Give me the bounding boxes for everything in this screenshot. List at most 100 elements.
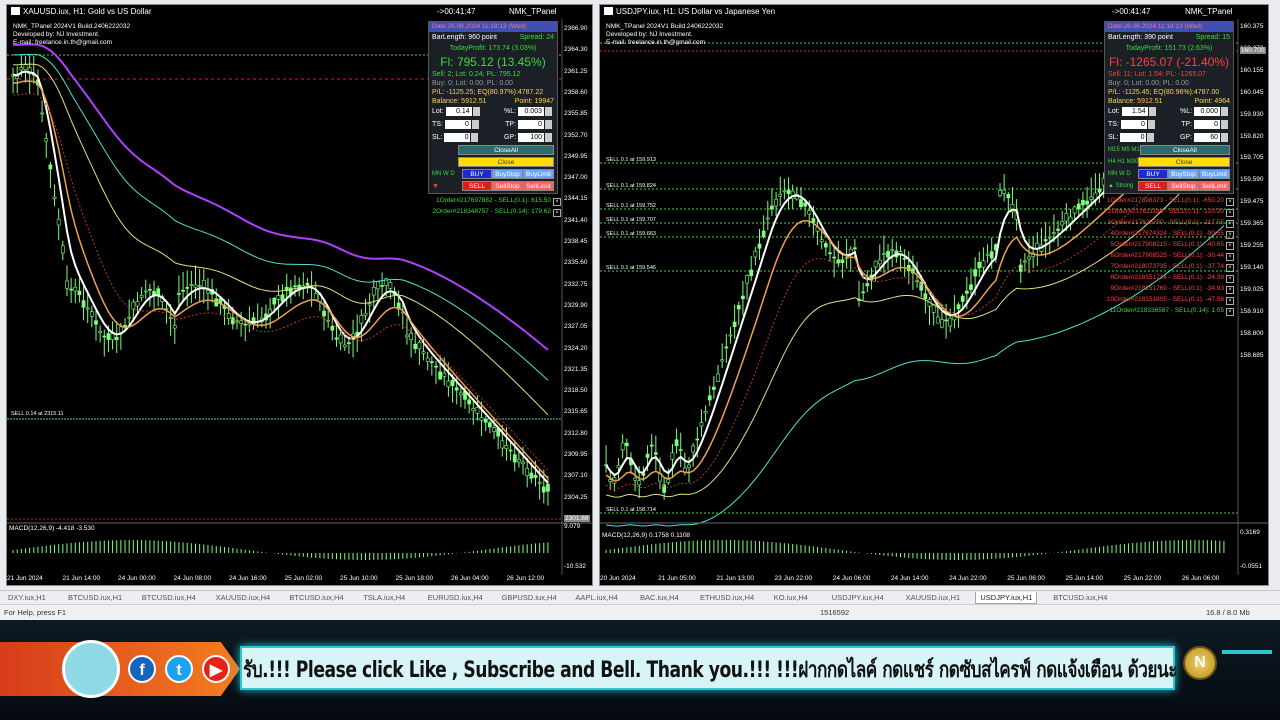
- close-all-button[interactable]: CloseAll: [1139, 145, 1230, 155]
- ts-input[interactable]: 0: [444, 120, 471, 129]
- order-item[interactable]: 2Order#217611188 - SELL(0.1): -120.20 ×: [1080, 206, 1234, 217]
- xauusd-chart-window[interactable]: XAUUSD.iux, H1: Gold vs US Dollar ->00:4…: [6, 4, 593, 586]
- gp-spinner[interactable]: [545, 133, 552, 142]
- chart-tab[interactable]: KO.iux,H4: [770, 592, 812, 604]
- candle-body: [529, 472, 534, 479]
- chart-tab[interactable]: BTCUSD.iux,H4: [285, 592, 347, 604]
- close-order-icon[interactable]: ×: [1226, 209, 1234, 217]
- close-order-icon[interactable]: ×: [553, 198, 561, 206]
- chart-tab[interactable]: DXY.iux,H1: [4, 592, 50, 604]
- candle-body: [902, 258, 907, 260]
- lot-spinner[interactable]: [1148, 107, 1156, 116]
- order-item[interactable]: 7Order#218073735 - SELL(0.1): -37.74 ×: [1080, 261, 1234, 272]
- close-order-icon[interactable]: ×: [1226, 297, 1234, 305]
- candle-body: [823, 243, 828, 248]
- close-order-icon[interactable]: ×: [1226, 308, 1234, 316]
- ts-input[interactable]: 0: [1120, 120, 1147, 129]
- close-all-button[interactable]: CloseAll: [458, 145, 554, 155]
- buy-button[interactable]: BUY: [462, 169, 492, 179]
- sl-input[interactable]: 0: [444, 133, 471, 142]
- close-order-icon[interactable]: ×: [1226, 198, 1234, 206]
- tp-input[interactable]: 0: [1194, 120, 1220, 129]
- lot-spinner[interactable]: [472, 107, 480, 116]
- close-order-icon[interactable]: ×: [1226, 220, 1234, 228]
- close-order-icon[interactable]: ×: [1226, 264, 1234, 272]
- pctl-spinner[interactable]: [1221, 107, 1228, 116]
- chart-tab[interactable]: XAUUSD.iux,H1: [902, 592, 965, 604]
- gp-label: GP:: [503, 134, 517, 141]
- close-button[interactable]: Close: [458, 157, 554, 167]
- price-axis[interactable]: 2366.90 2364.30 2361.25 2358.60 2355.85 2352.…: [562, 19, 592, 522]
- sell-limit-button[interactable]: SellLimit: [1199, 181, 1230, 191]
- sell-stop-button[interactable]: SellStop: [1168, 181, 1199, 191]
- buy-stop-button[interactable]: BuyStop: [492, 169, 523, 179]
- order-item[interactable]: 1Order#217697882 - SELL(0.1): 615.50 ×: [421, 195, 561, 206]
- candle-body: [1072, 206, 1077, 214]
- order-item[interactable]: 11Order#218336587 - SELL(0.14): 1.05 ×: [1080, 305, 1234, 316]
- chart-tab[interactable]: BTCUSD.iux,H4: [1049, 592, 1111, 604]
- facebook-icon[interactable]: f: [128, 655, 156, 683]
- sl-spinner[interactable]: [471, 133, 479, 142]
- chart-tab[interactable]: TSLA.iux,H4: [359, 592, 409, 604]
- chart-tab[interactable]: XAUUSD.iux,H4: [212, 592, 275, 604]
- chart-tab[interactable]: BAC.iux,H4: [636, 592, 683, 604]
- chart-tab[interactable]: USDJPY.iux,H4: [828, 592, 888, 604]
- chart-tab[interactable]: BTCUSD.iux,H4: [138, 592, 200, 604]
- candle-body: [185, 287, 190, 289]
- order-item[interactable]: 10Order#218151805 - SELL(0.1): -47.56 ×: [1080, 294, 1234, 305]
- candle-body: [189, 284, 194, 286]
- chart-tab[interactable]: AAPL.iux,H4: [571, 592, 622, 604]
- candle-body: [620, 442, 625, 451]
- order-item[interactable]: 9Order#218151769 - SELL(0.1): -34.93 ×: [1080, 283, 1234, 294]
- candle-body: [148, 288, 152, 291]
- sell-stop-button[interactable]: SellStop: [492, 181, 523, 191]
- lot-input[interactable]: 0.14: [445, 107, 472, 116]
- sell-limit-button[interactable]: SellLimit: [523, 181, 554, 191]
- buy-limit-button[interactable]: BuyLimit: [523, 169, 554, 179]
- pctl-input[interactable]: 0.000: [1194, 107, 1220, 116]
- price-axis[interactable]: 160.375160.270160.155160.045159.930159.8…: [1238, 19, 1268, 519]
- close-order-icon[interactable]: ×: [553, 209, 561, 217]
- pctl-spinner[interactable]: [545, 107, 552, 116]
- sl-input[interactable]: 0: [1120, 133, 1147, 142]
- order-item[interactable]: 4Order#217674324 - SELL(0.1): -90.55 ×: [1080, 228, 1234, 239]
- order-item[interactable]: 2Order#218348757 - SELL(0.14): 179.62 ×: [421, 206, 561, 217]
- close-order-icon[interactable]: ×: [1226, 275, 1234, 283]
- sell-button[interactable]: SELL: [462, 181, 492, 191]
- twitter-icon[interactable]: t: [165, 655, 193, 683]
- buy-button[interactable]: BUY: [1138, 169, 1168, 179]
- order-item[interactable]: 8Order#218151714 - SELL(0.1): -24.39 ×: [1080, 272, 1234, 283]
- usdjpy-chart-window[interactable]: USDJPY.iux, H1: US Dollar vs Japanese Ye…: [599, 4, 1269, 586]
- chart-tab[interactable]: USDJPY.iux,H1: [975, 592, 1038, 604]
- close-order-icon[interactable]: ×: [1226, 231, 1234, 239]
- gp-input[interactable]: 60: [1194, 133, 1220, 142]
- youtube-icon[interactable]: ▶: [202, 655, 230, 683]
- gp-input[interactable]: 100: [518, 133, 544, 142]
- ts-spinner[interactable]: [1147, 120, 1155, 129]
- order-item[interactable]: 6Order#217908525 - SELL(0.1): -30.44 ×: [1080, 250, 1234, 261]
- gp-spinner[interactable]: [1221, 133, 1228, 142]
- ts-spinner[interactable]: [471, 120, 479, 129]
- candle-body: [512, 454, 517, 463]
- tp-spinner[interactable]: [1221, 120, 1228, 129]
- tp-spinner[interactable]: [545, 120, 552, 129]
- sl-spinner[interactable]: [1147, 133, 1155, 142]
- close-order-icon[interactable]: ×: [1226, 286, 1234, 294]
- order-item[interactable]: 5Order#217908215 - SELL(0.1): -40.65 ×: [1080, 239, 1234, 250]
- chart-tab[interactable]: GBPUSD.iux,H4: [498, 592, 561, 604]
- buy-limit-button[interactable]: BuyLimit: [1199, 169, 1230, 179]
- close-button[interactable]: Close: [1138, 157, 1230, 167]
- tp-input[interactable]: 0: [518, 120, 544, 129]
- price-tick: 158.800: [1240, 329, 1264, 337]
- sell-button[interactable]: SELL: [1138, 181, 1168, 191]
- chart-tab[interactable]: EURUSD.iux,H4: [424, 592, 487, 604]
- chart-tab[interactable]: BTCUSD.iux,H1: [64, 592, 126, 604]
- order-item[interactable]: 1Order#217398373 - SELL(0.1): -650.20 ×: [1080, 195, 1234, 206]
- pctl-input[interactable]: 0.003: [518, 107, 544, 116]
- order-item[interactable]: 3Order#217623750 - SELL(0.1): -117.55 ×: [1080, 217, 1234, 228]
- chart-tab[interactable]: ETHUSD.iux,H4: [696, 592, 758, 604]
- close-order-icon[interactable]: ×: [1226, 242, 1234, 250]
- close-order-icon[interactable]: ×: [1226, 253, 1234, 261]
- buy-stop-button[interactable]: BuyStop: [1168, 169, 1199, 179]
- lot-input[interactable]: 1.54: [1121, 107, 1148, 116]
